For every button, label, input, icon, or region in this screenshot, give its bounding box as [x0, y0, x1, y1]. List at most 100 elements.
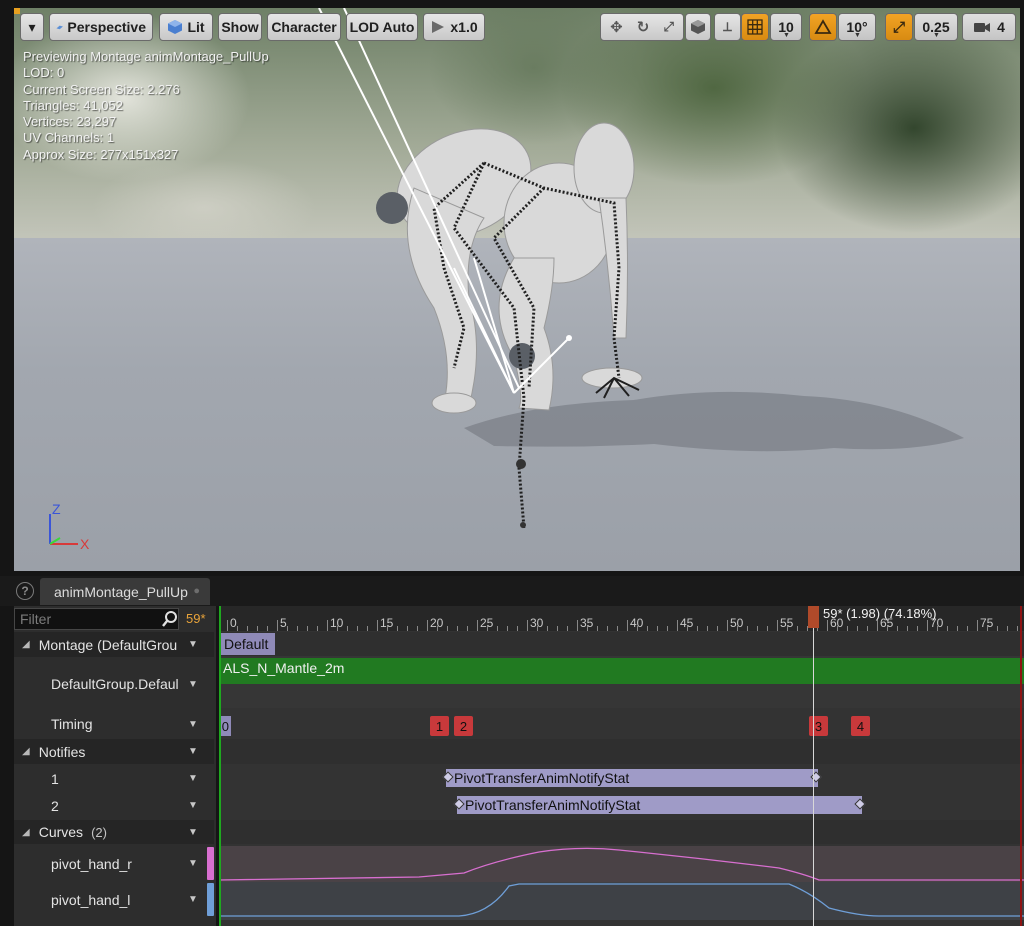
curves-band	[219, 820, 1024, 844]
notifies-band	[219, 739, 1024, 764]
grid-snap-value[interactable]: 10 ▼	[770, 13, 802, 41]
lit-button[interactable]: Lit	[159, 13, 213, 41]
perspective-icon	[56, 25, 63, 30]
camera-speed-button[interactable]: 4	[962, 13, 1016, 41]
translate-icon[interactable]: ✥	[610, 18, 623, 36]
transform-mode-group: ✥ ↻ ⤢	[600, 13, 684, 41]
notify-track-1[interactable]: 1 ▼	[14, 766, 214, 791]
playhead-line[interactable]	[813, 606, 814, 926]
scale-icon[interactable]: ⤢	[664, 19, 674, 35]
axis-x-label: X	[80, 536, 90, 552]
dropdown-arrow-icon[interactable]: ▼	[188, 746, 198, 757]
timeline-area[interactable]: 0 5 10 15 20 25 30 35 40 45 50 55 60 65 70 75 Default A…	[219, 606, 1024, 926]
dropdown-arrow-icon[interactable]: ▼	[188, 800, 198, 811]
slot-default-segment[interactable]: Default	[221, 633, 275, 655]
timing-row[interactable]: Timing ▼	[14, 711, 214, 737]
dropdown-arrow-icon[interactable]: ▼	[188, 827, 198, 838]
ruler-minor-tick	[317, 626, 318, 631]
ruler-minor-tick	[797, 626, 798, 631]
notifies-row[interactable]: ◢ Notifies ▼	[14, 739, 214, 764]
character-button[interactable]: Character	[267, 13, 341, 41]
scale-snap-toggle[interactable]: ⤢	[885, 13, 913, 41]
ruler-minor-tick	[497, 626, 498, 631]
ruler-minor-tick	[437, 626, 438, 631]
camera-speed-icon	[974, 23, 991, 32]
curve-pivot-hand-r	[219, 847, 1024, 881]
section-marker-1[interactable]: 1	[430, 716, 449, 736]
tab-label: animMontage_PullUp	[54, 583, 188, 600]
anim-segment[interactable]: ALS_N_Mantle_2m	[219, 658, 1024, 684]
curve-row-pivot-hand-l[interactable]: pivot_hand_l ▼	[14, 883, 214, 916]
viewport-menu-button[interactable]: ▾	[20, 13, 44, 41]
ruler-tick	[427, 620, 428, 631]
filter-input[interactable]: Filter	[14, 608, 179, 630]
tab-anim-montage[interactable]: animMontage_PullUp ●	[40, 578, 210, 605]
ruler-minor-tick	[967, 626, 968, 631]
dropdown-arrow-icon[interactable]: ▼	[188, 639, 198, 650]
notify-track-2[interactable]: 2 ▼	[14, 793, 214, 818]
playhead-label: 59* (1.98) (74.18%)	[823, 606, 937, 621]
notify-bar-1-label: PivotTransferAnimNotifyStat	[454, 770, 630, 786]
curves-count: (2)	[91, 824, 107, 840]
montage-row[interactable]: ◢ Montage (DefaultGrou ▼	[14, 632, 214, 657]
angle-icon	[814, 19, 832, 34]
rotation-snap-value[interactable]: 10° ▼	[838, 13, 876, 41]
world-button[interactable]	[685, 13, 711, 41]
viewport[interactable]: ▾ Perspective Lit Show Character LOD Aut…	[14, 8, 1020, 571]
notify-bar-2[interactable]: PivotTransferAnimNotifyStat	[453, 796, 866, 814]
section-marker-3[interactable]: 3	[809, 716, 828, 736]
ruler-minor-tick	[687, 626, 688, 631]
ruler-tick	[777, 620, 778, 631]
show-button[interactable]: Show	[218, 13, 262, 41]
help-icon[interactable]: ?	[16, 582, 34, 600]
ruler-tick	[727, 620, 728, 631]
dropdown-arrow-icon[interactable]: ▼	[188, 858, 198, 869]
ruler-minor-tick	[887, 626, 888, 631]
ruler-tick	[377, 620, 378, 631]
expand-triangle-icon[interactable]: ◢	[22, 746, 30, 757]
default-group-row[interactable]: DefaultGroup.Defaul ▼	[14, 660, 214, 708]
section-marker-4[interactable]: 4	[851, 716, 870, 736]
timeline-start-line	[219, 606, 221, 926]
dropdown-arrow-icon[interactable]: ▼	[188, 894, 198, 905]
caret-icon: ▼	[783, 32, 790, 39]
play-icon	[432, 21, 445, 33]
caret-icon: ▼	[933, 32, 940, 39]
playhead-handle[interactable]	[808, 606, 819, 628]
ruler-minor-tick	[367, 626, 368, 631]
stats-preview-line: Previewing Montage animMontage_PullUp	[23, 49, 269, 64]
dropdown-arrow-icon[interactable]: ▼	[188, 773, 198, 784]
dropdown-arrow-icon[interactable]: ▼	[188, 679, 198, 690]
close-icon[interactable]: ●	[193, 585, 200, 597]
ruler-minor-tick	[617, 626, 618, 631]
curve-row-pivot-hand-r[interactable]: pivot_hand_r ▼	[14, 847, 214, 880]
grid-snap-toggle[interactable]	[741, 13, 769, 41]
perspective-button[interactable]: Perspective	[49, 13, 153, 41]
curve-r-label: pivot_hand_r	[51, 855, 132, 872]
lod-button[interactable]: LOD Auto	[346, 13, 418, 41]
lit-label: Lit	[187, 19, 205, 35]
curves-row[interactable]: ◢ Curves (2) ▼	[14, 820, 214, 844]
ruler-minor-tick	[667, 626, 668, 631]
ruler-tick	[877, 620, 878, 631]
surface-snap-button[interactable]: ⟂	[714, 13, 741, 41]
ruler-minor-tick	[997, 626, 998, 631]
current-frame-label: 59*	[186, 611, 206, 626]
ruler-minor-tick	[417, 626, 418, 631]
chevron-down-icon: ▾	[28, 18, 36, 35]
expand-triangle-icon[interactable]: ◢	[22, 639, 30, 650]
montage-label: Montage (DefaultGrou	[38, 636, 178, 653]
lod-label: LOD Auto	[349, 19, 415, 35]
expand-triangle-icon[interactable]: ◢	[22, 827, 30, 838]
scale-snap-value[interactable]: 0.25 ▼	[914, 13, 958, 41]
notify-bar-1[interactable]: PivotTransferAnimNotifyStat	[442, 769, 822, 787]
rotation-snap-toggle[interactable]	[809, 13, 837, 41]
ruler-minor-tick	[757, 626, 758, 631]
search-icon[interactable]	[161, 610, 179, 628]
curve-l-color-swatch	[207, 883, 214, 916]
dropdown-arrow-icon[interactable]: ▼	[188, 719, 198, 730]
rotate-icon[interactable]: ↻	[637, 18, 650, 36]
section-marker-2[interactable]: 2	[454, 716, 473, 736]
playback-speed-button[interactable]: x1.0	[423, 13, 485, 41]
ruler-minor-tick	[257, 626, 258, 631]
